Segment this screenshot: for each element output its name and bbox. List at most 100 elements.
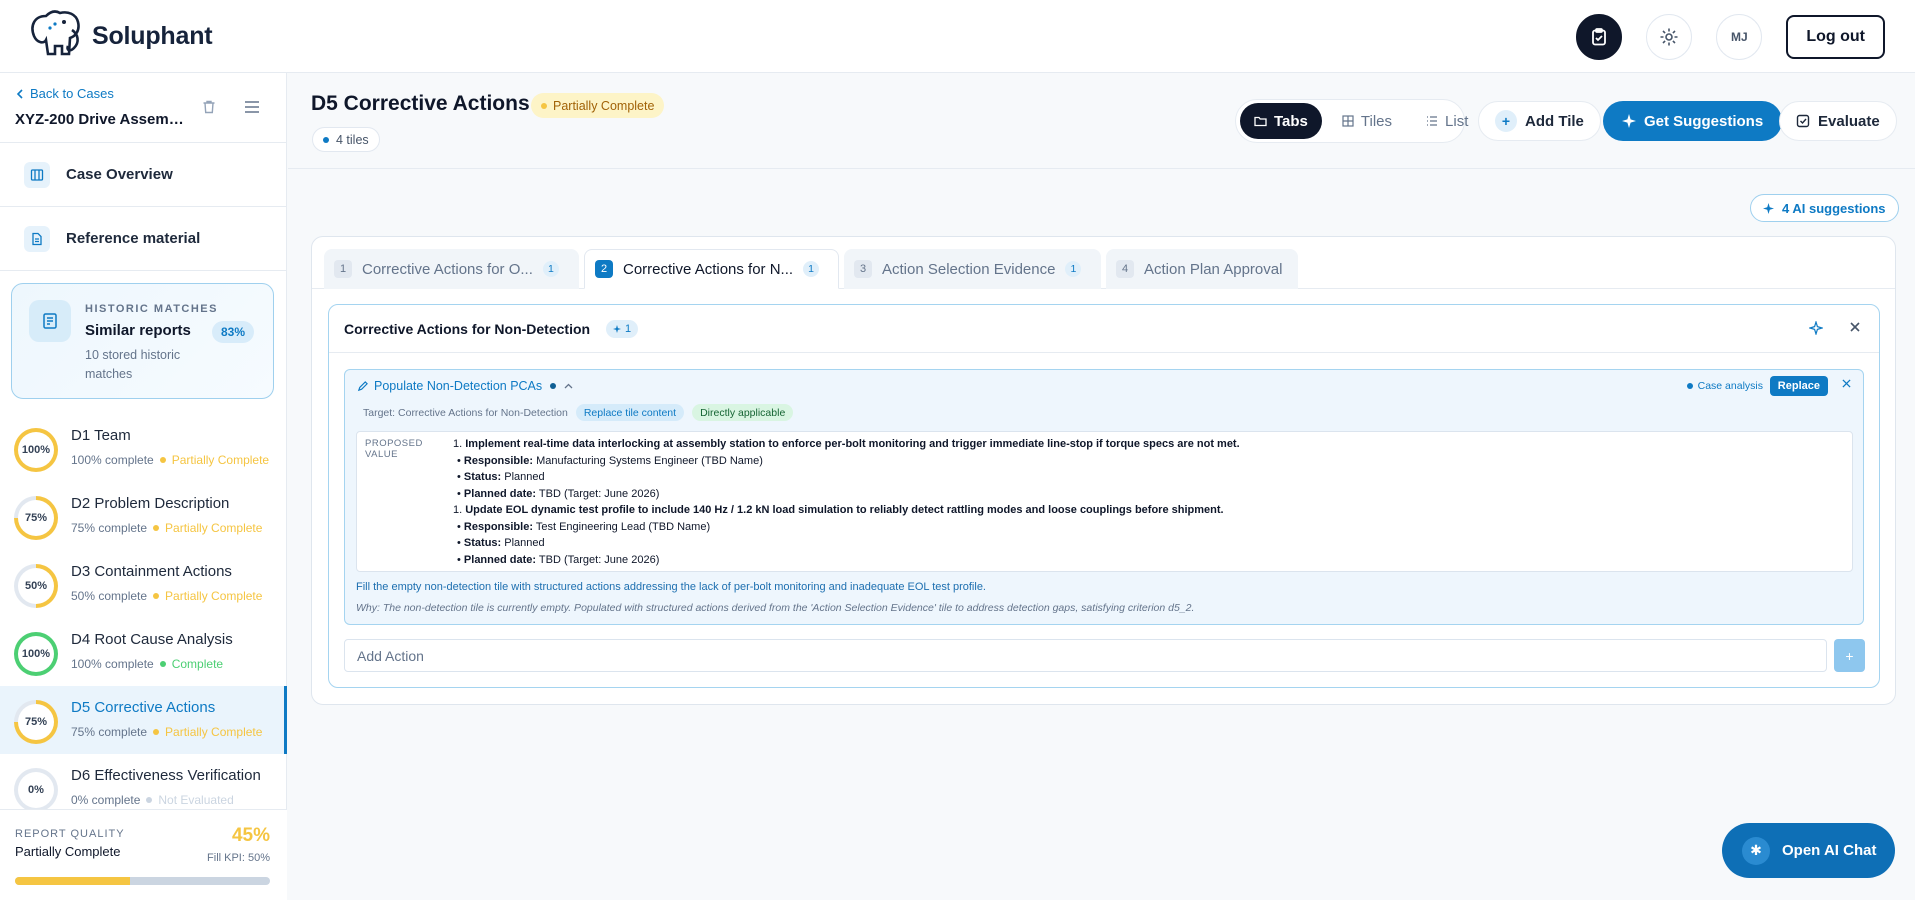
grid-icon <box>1342 115 1354 127</box>
ai-suggestions-chip[interactable]: 4 AI suggestions <box>1750 194 1899 222</box>
avatar[interactable]: MJ <box>1716 14 1763 60</box>
report-icon <box>29 300 71 342</box>
tile-header: Corrective Actions for Non-Detection 1 <box>329 305 1879 353</box>
progress-ring: 50% <box>14 564 58 608</box>
quality-value: Partially Complete <box>15 844 121 859</box>
chevron-up-icon <box>564 383 573 389</box>
proposed-value-content: 1. Implement real-time data interlocking… <box>453 436 1240 571</box>
sidebar-item-case-overview[interactable]: Case Overview <box>0 143 286 207</box>
step-subtitle: 75% complete Partially Complete <box>71 725 263 739</box>
tile-title: Corrective Actions for Non-Detection <box>344 321 591 337</box>
quality-progress-bar <box>15 877 270 885</box>
step-item[interactable]: 75% D5 Corrective Actions 75% complete Part… <box>0 686 287 754</box>
historic-title: Similar reports <box>85 322 191 339</box>
tab-action-selection-evidence[interactable]: 3 Action Selection Evidence 1 <box>844 249 1101 289</box>
open-ai-chat-button[interactable]: ✱ Open AI Chat <box>1722 823 1895 878</box>
status-badge: Partially Complete <box>531 93 665 118</box>
step-item[interactable]: 100% D1 Team 100% complete Partially Comple… <box>0 414 287 482</box>
evaluate-button[interactable]: Evaluate <box>1779 101 1897 141</box>
progress-ring: 100% <box>14 428 58 472</box>
suggestion-rationale: Why: The non-detection tile is currently… <box>356 602 1195 614</box>
action-status: • Status: Planned <box>457 537 545 549</box>
sparkle-icon <box>1763 202 1774 214</box>
suggestion-meta: Target: Corrective Actions for Non-Detec… <box>363 404 794 421</box>
step-subtitle: 100% complete Partially Complete <box>71 453 270 467</box>
get-suggestions-button[interactable]: Get Suggestions <box>1603 101 1783 141</box>
step-percent: 50% <box>18 568 54 604</box>
tile-suggestion-count: 1 <box>606 320 639 338</box>
elephant-logo-icon <box>31 10 80 56</box>
sparkle-icon[interactable] <box>1809 321 1823 335</box>
hamburger-menu-icon[interactable] <box>243 99 261 115</box>
suggestion-title[interactable]: Populate Non-Detection PCAs <box>357 379 573 393</box>
action-date: • Planned date: TBD (Target: June 2026) <box>457 487 660 500</box>
step-percent: 0% <box>18 772 54 808</box>
pencil-icon <box>357 380 368 391</box>
settings-button[interactable] <box>1646 14 1693 60</box>
step-item[interactable]: 100% D4 Root Cause Analysis 100% complete C… <box>0 618 287 686</box>
add-tile-button[interactable]: + Add Tile <box>1478 101 1601 141</box>
tab-corrective-actions-non-detection[interactable]: 2 Corrective Actions for N... 1 <box>584 249 839 289</box>
step-item[interactable]: 75% D2 Problem Description 75% complete Par… <box>0 482 287 550</box>
close-icon[interactable] <box>1842 379 1851 388</box>
add-action-button[interactable]: + <box>1834 639 1865 672</box>
add-action-input[interactable]: Add Action <box>344 639 1827 672</box>
quality-percent: 45% <box>231 825 270 846</box>
document-icon <box>24 225 50 252</box>
sidebar-item-reference-material[interactable]: Reference material <box>0 207 286 271</box>
sparkle-icon: ✱ <box>1742 836 1770 865</box>
quality-label: REPORT QUALITY <box>15 828 125 840</box>
tab-action-plan-approval[interactable]: 4 Action Plan Approval <box>1106 249 1298 289</box>
progress-ring: 0% <box>14 768 58 809</box>
clipboard-button[interactable] <box>1576 14 1623 60</box>
step-item[interactable]: 50% D3 Containment Actions 50% complete Par… <box>0 550 287 618</box>
step-title: D3 Containment Actions <box>71 563 232 580</box>
suggestion-source: Case analysis <box>1686 380 1763 392</box>
tiles-card: 1 Corrective Actions for O... 1 2 Correctiv… <box>311 236 1896 705</box>
case-title: XYZ-200 Drive Assembly <box>15 111 190 128</box>
quality-kpi: Fill KPI: 50% <box>207 852 270 864</box>
close-icon[interactable] <box>1849 321 1861 333</box>
tiles-count-chip: 4 tiles <box>312 127 380 152</box>
suggestion-description: Fill the empty non-detection tile with s… <box>356 581 986 593</box>
quality-progress-fill <box>15 877 130 885</box>
view-switcher: Tabs Tiles List <box>1235 99 1468 143</box>
historic-matches-card[interactable]: HISTORIC MATCHES Similar reports 10 stor… <box>11 283 274 399</box>
avatar-initials: MJ <box>1731 30 1748 44</box>
view-list-button[interactable]: List <box>1412 103 1482 139</box>
proposed-value-box: PROPOSED VALUE 1. Implement real-time da… <box>356 431 1853 572</box>
sidebar: Back to Cases XYZ-200 Drive Assembly Cas… <box>0 73 287 900</box>
back-to-cases-link[interactable]: Back to Cases <box>16 86 114 101</box>
brand-name: Soluphant <box>92 21 213 50</box>
page-header: D5 Corrective Actions Partially Complete… <box>288 73 1915 169</box>
step-subtitle: 50% complete Partially Complete <box>71 589 263 603</box>
progress-ring: 75% <box>14 700 58 744</box>
sidebar-item-label: Case Overview <box>66 166 173 183</box>
suggestion-box: Populate Non-Detection PCAs Target: Corr… <box>344 369 1864 625</box>
view-tiles-button[interactable]: Tiles <box>1328 103 1406 139</box>
step-subtitle: 100% complete Complete <box>71 657 224 671</box>
sparkle-icon <box>1622 114 1636 128</box>
historic-match-badge: 83% <box>212 321 255 343</box>
logout-button[interactable]: Log out <box>1786 15 1885 59</box>
step-title: D1 Team <box>71 427 131 444</box>
applicable-pill: Directly applicable <box>692 404 794 421</box>
step-status: Partially Complete <box>165 589 263 603</box>
step-status: Partially Complete <box>171 453 270 467</box>
step-subtitle: 0% complete Not Evaluated <box>71 793 234 807</box>
step-percent: 100% <box>18 636 54 672</box>
report-quality: REPORT QUALITY Partially Complete 45% Fi… <box>0 809 287 900</box>
action-heading: 1. Update EOL dynamic test profile to in… <box>453 504 1224 516</box>
historic-desc: 10 stored historic matches <box>85 348 181 381</box>
view-tabs-button[interactable]: Tabs <box>1240 103 1322 139</box>
sidebar-item-label: Reference material <box>66 230 201 247</box>
step-item[interactable]: 0% D6 Effectiveness Verification 0% comple… <box>0 754 287 809</box>
gear-icon <box>1660 28 1678 46</box>
tab-corrective-actions-occurrence[interactable]: 1 Corrective Actions for O... 1 <box>324 249 579 289</box>
step-percent: 75% <box>18 500 54 536</box>
folder-icon <box>1254 116 1267 127</box>
action-responsible: • Responsible: Manufacturing Systems Eng… <box>457 454 763 467</box>
brand-logo[interactable]: Soluphant <box>28 8 213 64</box>
replace-button[interactable]: Replace <box>1769 376 1828 396</box>
trash-icon[interactable] <box>201 99 217 115</box>
